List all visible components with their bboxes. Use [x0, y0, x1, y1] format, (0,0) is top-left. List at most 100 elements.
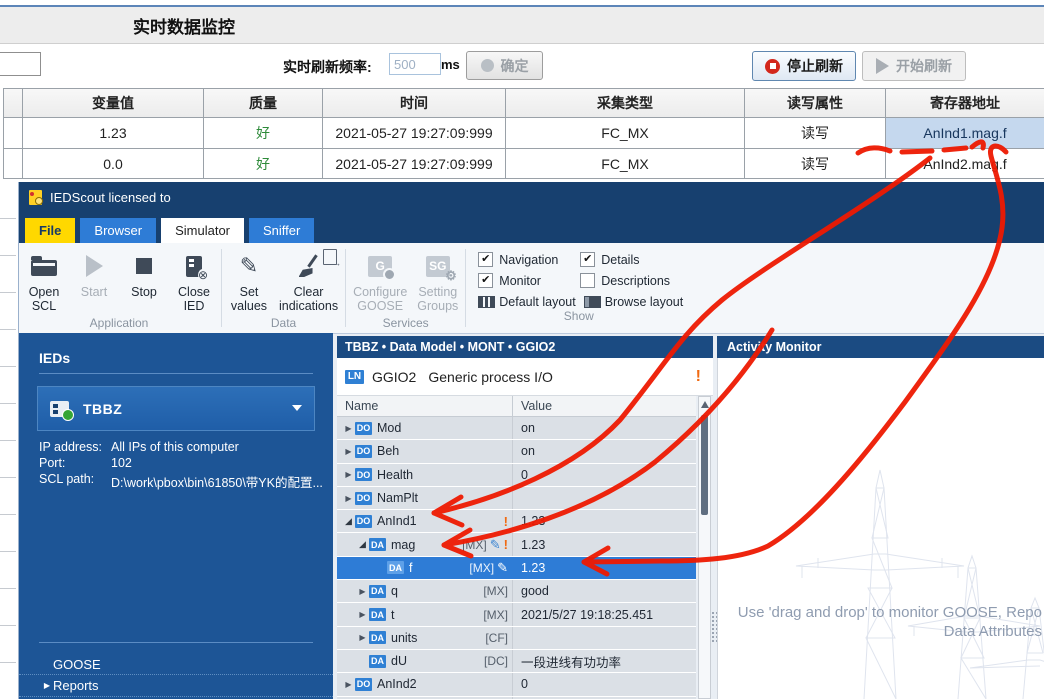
- group-separator: [465, 249, 466, 327]
- expander-collapsed-icon[interactable]: ▶: [343, 494, 354, 503]
- broom-icon: [297, 251, 321, 281]
- activity-monitor-panel: Use 'drag and drop' to monitor GOOSE, Re…: [717, 358, 1044, 699]
- datamodel-row-Mod[interactable]: ▶DOModon: [337, 417, 696, 439]
- pencil-icon[interactable]: ✎: [497, 561, 508, 574]
- table-cell[interactable]: 0.0: [23, 149, 204, 179]
- table-cell[interactable]: AnInd1.mag.f: [886, 118, 1044, 149]
- open-scl-button[interactable]: Open SCL: [19, 249, 69, 316]
- table-cell[interactable]: 读写: [745, 149, 886, 179]
- expander-collapsed-icon[interactable]: ▶: [357, 587, 368, 596]
- table-cell: [4, 149, 23, 179]
- set-values-button[interactable]: ✎Set values: [224, 249, 274, 316]
- stop-icon: [136, 251, 152, 281]
- scrollbar-thumb[interactable]: [701, 415, 708, 515]
- refresh-rate-label: 实时刷新频率:: [283, 57, 372, 77]
- info-label: Port:: [39, 456, 111, 470]
- datamodel-row-NamPlt[interactable]: ▶DONamPlt: [337, 487, 696, 509]
- datamodel-row-AnInd2[interactable]: ▶DOAnInd20: [337, 673, 696, 695]
- datamodel-row-dU[interactable]: DAdU[DC]一段进线有功功率: [337, 650, 696, 672]
- datamodel-row-q[interactable]: ▶DAq[MX]good: [337, 580, 696, 602]
- grid-name-cell: ◢DOAnInd1!: [337, 510, 513, 532]
- grid-name-cell: ▶DOHealth: [337, 464, 513, 486]
- expander-collapsed-icon[interactable]: ▶: [357, 610, 368, 619]
- attribute-name: f: [409, 561, 412, 575]
- configure-goose-button[interactable]: GConfigure GOOSE: [348, 249, 412, 316]
- checkbox-label: Navigation: [499, 253, 558, 267]
- attribute-value: on: [513, 440, 696, 462]
- datamodel-row-Health[interactable]: ▶DOHealth0: [337, 464, 696, 486]
- close-ied-button[interactable]: Close IED: [169, 249, 219, 316]
- confirm-button[interactable]: 确定: [466, 51, 543, 80]
- datamodel-row-AnInd1[interactable]: ◢DOAnInd1!1.23: [337, 510, 696, 532]
- export-document-icon[interactable]: [323, 249, 337, 265]
- default-layout-button[interactable]: Default layout: [478, 295, 575, 309]
- table-cell[interactable]: 1.23: [23, 118, 204, 149]
- scroll-up-arrow[interactable]: [701, 401, 709, 408]
- table-cell[interactable]: 好: [204, 149, 323, 179]
- column-header-name[interactable]: Name: [337, 396, 513, 416]
- datamodel-row-f[interactable]: DAf[MX]✎1.23: [337, 557, 696, 579]
- ribbon-button-label: Stop: [131, 285, 157, 299]
- table-cell[interactable]: AnInd2.mag.f: [886, 149, 1044, 179]
- sidebar-tree: GOOSE▶ReportsSetting Groups◢DataSets◢LDM…: [19, 654, 333, 699]
- sidebar-item-goose[interactable]: GOOSE: [19, 654, 333, 675]
- expander-collapsed-icon[interactable]: ▶: [357, 633, 368, 642]
- window-titlebar[interactable]: IEDScout licensed to: [19, 182, 1044, 212]
- datamodel-row-units[interactable]: ▶DAunits[CF]: [337, 627, 696, 649]
- setting-groups-button[interactable]: SGSetting Groups: [412, 249, 463, 316]
- checkbox-label: Details: [601, 253, 639, 267]
- checkbox-descriptions[interactable]: Descriptions: [580, 270, 685, 291]
- checkbox-monitor[interactable]: ✔Monitor: [478, 270, 578, 291]
- datamodel-row-t[interactable]: ▶DAt[MX]2021/5/27 19:18:25.451: [337, 603, 696, 625]
- table-cell[interactable]: 2021-05-27 19:27:09:999: [323, 118, 506, 149]
- functional-constraint: [CF]: [485, 631, 508, 645]
- ln-header-row[interactable]: LN GGIO2 Generic process I/O !: [337, 358, 713, 396]
- tab-browser[interactable]: Browser: [80, 218, 156, 243]
- browse-layout-button[interactable]: Browse layout: [584, 295, 684, 309]
- start-button[interactable]: Start: [69, 249, 119, 301]
- datamodel-row-Beh[interactable]: ▶DOBehon: [337, 440, 696, 462]
- table-cell[interactable]: FC_MX: [506, 149, 745, 179]
- expander-expanded-icon[interactable]: ◢: [357, 539, 368, 550]
- stop-button[interactable]: Stop: [119, 249, 169, 301]
- table-cell[interactable]: 读写: [745, 118, 886, 149]
- stop-refresh-button[interactable]: 停止刷新: [752, 51, 856, 81]
- checkbox-details[interactable]: ✔Details: [580, 249, 685, 270]
- sidebar-item-reports[interactable]: ▶Reports: [19, 675, 333, 696]
- goose-g-icon: G: [368, 251, 392, 281]
- attribute-value: 1.23: [513, 533, 696, 555]
- left-edge-input[interactable]: [0, 52, 41, 76]
- tab-sniffer[interactable]: Sniffer: [249, 218, 314, 243]
- ribbon: Open SCLStartStopClose IEDApplication✎Se…: [19, 243, 1044, 334]
- checkbox-navigation[interactable]: ✔Navigation: [478, 249, 578, 270]
- datamodel-grid: ▶DOModon▶DOBehon▶DOHealth0▶DONamPlt◢DOAn…: [337, 417, 696, 699]
- transmission-tower-art: [718, 358, 1044, 699]
- datamodel-row-mag[interactable]: ◢DAmag[MX]✎!1.23: [337, 533, 696, 555]
- column-header-value[interactable]: Value: [513, 396, 696, 416]
- page-title: 实时数据监控: [133, 13, 235, 38]
- table-header-cell: 时间: [323, 89, 506, 118]
- expander-collapsed-icon[interactable]: ▶: [343, 424, 354, 433]
- expander-collapsed-icon[interactable]: ▶: [343, 680, 354, 689]
- refresh-rate-input[interactable]: [389, 53, 441, 75]
- badge-do: DO: [355, 515, 372, 528]
- monitor-title-band: 实时数据监控: [0, 7, 1044, 44]
- pencil-icon[interactable]: ✎: [490, 538, 501, 551]
- table-cell[interactable]: FC_MX: [506, 118, 745, 149]
- expander-expanded-icon[interactable]: ◢: [343, 516, 354, 527]
- ied-selector[interactable]: TBBZ: [37, 386, 315, 431]
- table-cell[interactable]: 好: [204, 118, 323, 149]
- group-separator: [345, 249, 346, 327]
- tab-simulator[interactable]: Simulator: [161, 218, 244, 243]
- info-value: All IPs of this computer: [111, 440, 239, 454]
- start-refresh-button[interactable]: 开始刷新: [862, 51, 966, 81]
- vertical-scrollbar[interactable]: [698, 396, 711, 699]
- expander-collapsed-icon[interactable]: ▶: [343, 447, 354, 456]
- attribute-value: 0: [513, 673, 696, 695]
- functional-constraint: [MX]: [483, 608, 508, 622]
- grid-column-headers: Name Value: [337, 396, 696, 417]
- tab-file[interactable]: File: [25, 218, 75, 243]
- expander-collapsed-icon[interactable]: ▶: [343, 470, 354, 479]
- attribute-name: q: [391, 584, 398, 598]
- table-cell[interactable]: 2021-05-27 19:27:09:999: [323, 149, 506, 179]
